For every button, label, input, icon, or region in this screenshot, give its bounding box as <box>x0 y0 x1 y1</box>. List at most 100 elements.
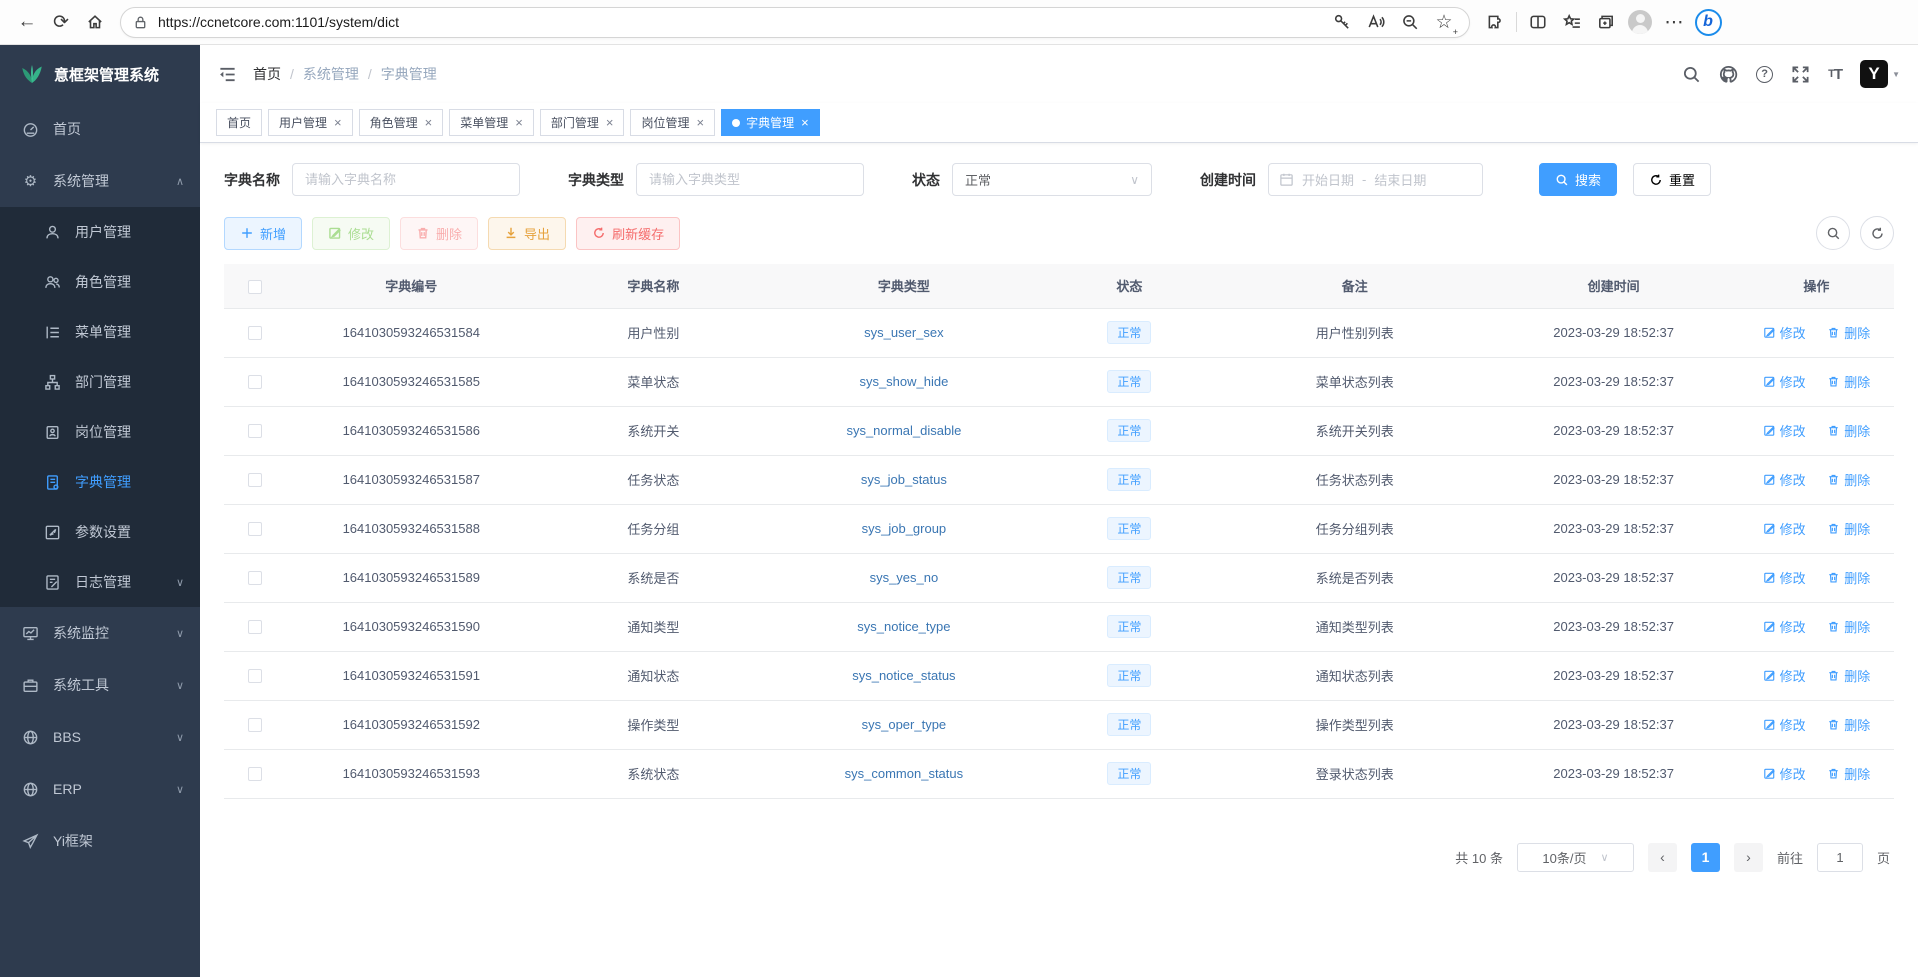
url-text[interactable]: https://ccnetcore.com:1101/system/dict <box>158 14 1325 30</box>
tab-home[interactable]: 首页 <box>216 109 262 136</box>
font-size-icon[interactable]: TT <box>1828 66 1842 83</box>
row-delete-link[interactable]: 删除 <box>1827 323 1870 342</box>
tab-dict[interactable]: 字典管理× <box>721 109 820 136</box>
row-checkbox[interactable] <box>248 424 262 438</box>
dict-type-link[interactable]: sys_normal_disable <box>846 423 961 438</box>
row-checkbox[interactable] <box>248 326 262 340</box>
profile-avatar[interactable] <box>1623 5 1657 39</box>
row-checkbox[interactable] <box>248 669 262 683</box>
row-edit-link[interactable]: 修改 <box>1763 666 1806 685</box>
row-delete-link[interactable]: 删除 <box>1827 372 1870 391</box>
row-delete-link[interactable]: 删除 <box>1827 764 1870 783</box>
page-size-select[interactable]: 10条/页 ∨ <box>1517 843 1634 872</box>
row-edit-link[interactable]: 修改 <box>1763 568 1806 587</box>
row-checkbox[interactable] <box>248 375 262 389</box>
dict-type-link[interactable]: sys_common_status <box>845 766 964 781</box>
show-search-toggle-button[interactable] <box>1816 216 1850 250</box>
dict-name-input[interactable] <box>292 163 520 196</box>
sidebar-item-erp[interactable]: ERP ∨ <box>0 763 200 815</box>
header-search-icon[interactable] <box>1682 65 1701 84</box>
row-checkbox[interactable] <box>248 718 262 732</box>
dict-type-link[interactable]: sys_user_sex <box>864 325 943 340</box>
date-range-picker[interactable]: 开始日期 - 结束日期 <box>1268 163 1483 196</box>
copilot-icon[interactable]: b <box>1691 5 1725 39</box>
row-delete-link[interactable]: 删除 <box>1827 568 1870 587</box>
delete-button[interactable]: 删除 <box>400 217 478 250</box>
more-icon[interactable]: ⋯ <box>1657 5 1691 39</box>
address-bar[interactable]: https://ccnetcore.com:1101/system/dict ☆… <box>120 7 1470 38</box>
zoom-out-icon[interactable] <box>1393 5 1427 39</box>
refresh-cache-button[interactable]: 刷新缓存 <box>576 217 680 250</box>
sidebar-item-dict[interactable]: 字典管理 <box>0 457 200 507</box>
close-icon[interactable]: × <box>606 115 614 130</box>
github-icon[interactable] <box>1719 65 1738 84</box>
sidebar-item-system[interactable]: ⚙ 系统管理 ∧ <box>0 155 200 207</box>
sidebar-toggle-icon[interactable] <box>218 65 237 84</box>
tab-dept[interactable]: 部门管理× <box>540 109 625 136</box>
reset-button[interactable]: 重置 <box>1633 163 1711 196</box>
row-edit-link[interactable]: 修改 <box>1763 421 1806 440</box>
row-edit-link[interactable]: 修改 <box>1763 715 1806 734</box>
page-1-button[interactable]: 1 <box>1691 843 1720 872</box>
row-delete-link[interactable]: 删除 <box>1827 666 1870 685</box>
home-icon[interactable] <box>78 5 112 39</box>
key-icon[interactable] <box>1325 5 1359 39</box>
search-button[interactable]: 搜索 <box>1539 163 1617 196</box>
prev-page-button[interactable]: ‹ <box>1648 843 1677 872</box>
select-all-checkbox[interactable] <box>248 280 262 294</box>
fullscreen-icon[interactable] <box>1791 65 1810 84</box>
sidebar-item-role[interactable]: 角色管理 <box>0 257 200 307</box>
refresh-table-button[interactable] <box>1860 216 1894 250</box>
breadcrumb-home[interactable]: 首页 <box>253 64 281 84</box>
row-delete-link[interactable]: 删除 <box>1827 470 1870 489</box>
sidebar-item-dept[interactable]: 部门管理 <box>0 357 200 407</box>
add-favorite-icon[interactable]: ☆+ <box>1427 5 1461 39</box>
row-edit-link[interactable]: 修改 <box>1763 470 1806 489</box>
back-icon[interactable]: ← <box>10 5 44 39</box>
row-edit-link[interactable]: 修改 <box>1763 764 1806 783</box>
row-checkbox[interactable] <box>248 767 262 781</box>
row-edit-link[interactable]: 修改 <box>1763 519 1806 538</box>
export-button[interactable]: 导出 <box>488 217 566 250</box>
close-icon[interactable]: × <box>696 115 704 130</box>
dict-type-link[interactable]: sys_show_hide <box>859 374 948 389</box>
reload-icon[interactable]: ⟳ <box>44 5 78 39</box>
extensions-icon[interactable] <box>1478 5 1512 39</box>
row-checkbox[interactable] <box>248 522 262 536</box>
row-checkbox[interactable] <box>248 473 262 487</box>
row-edit-link[interactable]: 修改 <box>1763 372 1806 391</box>
close-icon[interactable]: × <box>425 115 433 130</box>
dict-type-link[interactable]: sys_oper_type <box>862 717 947 732</box>
tab-user[interactable]: 用户管理× <box>268 109 353 136</box>
row-delete-link[interactable]: 删除 <box>1827 519 1870 538</box>
tab-role[interactable]: 角色管理× <box>359 109 444 136</box>
dict-type-input[interactable] <box>636 163 864 196</box>
sidebar-item-bbs[interactable]: BBS ∨ <box>0 711 200 763</box>
dict-type-link[interactable]: sys_job_group <box>862 521 947 536</box>
dict-type-link[interactable]: sys_notice_type <box>857 619 950 634</box>
tab-post[interactable]: 岗位管理× <box>630 109 715 136</box>
user-menu[interactable]: Y ▼ <box>1860 60 1900 88</box>
split-screen-icon[interactable] <box>1521 5 1555 39</box>
sidebar-item-home[interactable]: 首页 <box>0 103 200 155</box>
row-checkbox[interactable] <box>248 620 262 634</box>
edit-button[interactable]: 修改 <box>312 217 390 250</box>
sidebar-item-log[interactable]: 日志管理 ∨ <box>0 557 200 607</box>
sidebar-item-monitor[interactable]: 系统监控 ∨ <box>0 607 200 659</box>
sidebar-item-user[interactable]: 用户管理 <box>0 207 200 257</box>
sidebar-item-menu[interactable]: 菜单管理 <box>0 307 200 357</box>
row-delete-link[interactable]: 删除 <box>1827 715 1870 734</box>
sidebar-item-tools[interactable]: 系统工具 ∨ <box>0 659 200 711</box>
row-edit-link[interactable]: 修改 <box>1763 323 1806 342</box>
row-edit-link[interactable]: 修改 <box>1763 617 1806 636</box>
sidebar-item-param[interactable]: 参数设置 <box>0 507 200 557</box>
breadcrumb-system[interactable]: 系统管理 <box>303 64 359 84</box>
row-delete-link[interactable]: 删除 <box>1827 617 1870 636</box>
row-delete-link[interactable]: 删除 <box>1827 421 1870 440</box>
collections-icon[interactable] <box>1589 5 1623 39</box>
status-select[interactable]: 正常 ∨ <box>952 163 1152 196</box>
dict-type-link[interactable]: sys_job_status <box>861 472 947 487</box>
row-checkbox[interactable] <box>248 571 262 585</box>
sidebar-item-post[interactable]: 岗位管理 <box>0 407 200 457</box>
favorites-icon[interactable] <box>1555 5 1589 39</box>
